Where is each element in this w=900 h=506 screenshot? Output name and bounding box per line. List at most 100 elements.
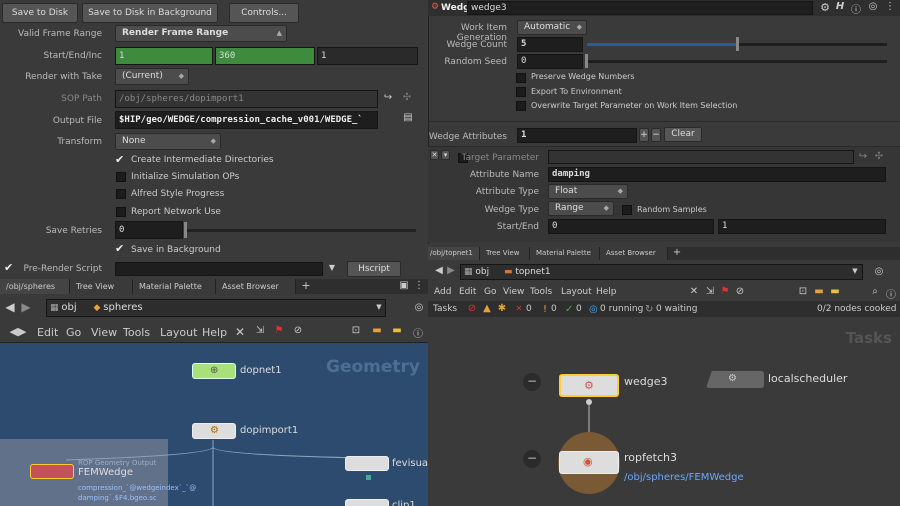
create-dirs-check[interactable]: ✔ xyxy=(115,153,124,166)
network-box-icon[interactable]: ▬ xyxy=(370,325,384,336)
menu-tools[interactable]: Tools xyxy=(530,287,552,297)
geometry-network-canvas[interactable]: Geometry ⊕ dopnet1 ⚙ dopimport1 ROP Geom… xyxy=(0,343,428,506)
menu-go[interactable]: Go xyxy=(484,287,496,297)
pin-icon[interactable]: ◎ xyxy=(414,302,424,313)
snap-icon[interactable]: ⇲ xyxy=(253,325,267,336)
init-sim-check[interactable] xyxy=(116,172,126,182)
wrench-icon[interactable]: ✕ xyxy=(688,286,700,297)
back-icon[interactable]: ◀ xyxy=(4,300,16,314)
save-to-disk-bg-button[interactable]: Save to Disk in Background xyxy=(82,3,218,23)
random-seed-slider-handle[interactable] xyxy=(585,54,588,68)
attribute-name-field[interactable]: damping xyxy=(548,167,886,182)
wedge-end-field[interactable]: 1 xyxy=(718,219,886,234)
wedge-output-port[interactable] xyxy=(586,399,592,405)
more-options-icon[interactable]: ⋮ xyxy=(884,1,896,12)
tab-tree-view[interactable]: Tree View xyxy=(70,279,133,294)
gear-icon[interactable]: ⚙ xyxy=(819,1,831,14)
random-seed-field[interactable]: 0 xyxy=(517,54,583,69)
snap-icon[interactable]: ⇲ xyxy=(704,286,716,297)
add-tab-icon[interactable]: + xyxy=(672,247,682,259)
menu-help[interactable]: Help xyxy=(596,287,617,297)
pin-icon[interactable]: ◎ xyxy=(874,266,884,277)
info-icon[interactable]: ⓘ xyxy=(411,325,425,340)
wrench-icon[interactable]: ✕ xyxy=(233,325,247,339)
wedge-type-menu[interactable]: Range ◆ xyxy=(548,201,614,216)
wedge-count-field[interactable]: 5 xyxy=(517,37,583,52)
maximize-icon[interactable]: ▣ xyxy=(399,280,409,291)
wedge-node-name-field[interactable]: wedge3 xyxy=(467,1,813,15)
nav-arrows-icon[interactable]: ◀▶ xyxy=(6,325,30,338)
wedge3-node[interactable]: ⚙ xyxy=(559,374,619,397)
menu-go[interactable]: Go xyxy=(66,326,81,339)
tab-obj-spheres[interactable]: /obj/spheres xyxy=(0,279,70,294)
end-field[interactable]: 360 xyxy=(215,47,315,65)
clear-button[interactable]: Clear xyxy=(664,127,702,142)
femwedge-node[interactable] xyxy=(30,464,74,479)
info-icon[interactable]: ⓘ xyxy=(885,286,897,301)
save-retries-slider-handle[interactable] xyxy=(184,222,187,238)
tag-icon[interactable]: ⊘ xyxy=(291,325,305,336)
right-path-field[interactable]: ▦ obj ▬ topnet1 xyxy=(460,264,863,280)
hscript-menu[interactable]: Hscript xyxy=(347,261,401,277)
tasks-network-canvas[interactable]: Tasks − ⚙ wedge3 ⚙ localscheduler − ◉ ro… xyxy=(428,317,900,506)
tab-asset-browser[interactable]: Asset Browser xyxy=(216,279,296,294)
path-dropdown-icon[interactable]: ▼ xyxy=(851,267,859,275)
fevisualize-node[interactable] xyxy=(345,456,389,471)
target-parameter-field[interactable] xyxy=(548,150,854,164)
tab-material-palette[interactable]: Material Palette xyxy=(530,247,600,260)
inc-field[interactable]: 1 xyxy=(317,47,418,65)
wedge-attributes-field[interactable]: 1 xyxy=(517,128,637,143)
tab-tree-view[interactable]: Tree View xyxy=(480,247,530,260)
start-field[interactable]: 1 xyxy=(115,47,213,65)
ropfetch-expand-icon[interactable]: − xyxy=(523,450,541,468)
menu-layout[interactable]: Layout xyxy=(160,326,197,339)
node-select-icon[interactable]: ✣ xyxy=(873,151,885,162)
transform-menu[interactable]: None ◆ xyxy=(115,133,221,150)
tab-obj-topnet[interactable]: /obj/topnet1 xyxy=(428,247,480,260)
menu-edit[interactable]: Edit xyxy=(459,287,476,297)
ropfetch3-node[interactable]: ◉ xyxy=(559,451,619,474)
localscheduler-node[interactable]: ⚙ xyxy=(706,371,764,388)
wedge-start-field[interactable]: 0 xyxy=(548,219,714,234)
info-icon[interactable]: ⓘ xyxy=(850,1,862,16)
tab-asset-browser[interactable]: Asset Browser xyxy=(600,247,668,260)
alfred-check[interactable] xyxy=(116,189,126,199)
pre-render-field[interactable] xyxy=(115,262,323,276)
menu-layout[interactable]: Layout xyxy=(561,287,592,297)
random-seed-slider-track[interactable] xyxy=(587,60,887,63)
menu-view[interactable]: View xyxy=(91,326,117,339)
more-options-icon[interactable]: ⋮ xyxy=(414,280,424,291)
node-select-icon[interactable]: ✣ xyxy=(400,92,414,103)
menu-tools[interactable]: Tools xyxy=(123,326,150,339)
remove-attribute-button[interactable]: − xyxy=(651,128,661,142)
cook-icon[interactable]: ▲ xyxy=(482,303,492,314)
menu-edit[interactable]: Edit xyxy=(37,326,58,339)
grid-icon[interactable]: ⊡ xyxy=(797,286,809,297)
wedge-count-slider-handle[interactable] xyxy=(736,37,739,51)
sop-path-field[interactable]: /obj/spheres/dopimport1 xyxy=(115,90,378,108)
back-icon[interactable]: ◀ xyxy=(434,265,444,276)
flag-icon[interactable]: ⚑ xyxy=(272,325,286,336)
path-obj[interactable]: obj xyxy=(475,267,489,277)
dopnet-node[interactable]: ⊕ xyxy=(192,363,236,379)
path-dropdown-icon[interactable]: ▼ xyxy=(375,303,383,311)
save-in-bg-check[interactable]: ✔ xyxy=(115,242,124,255)
tag-icon[interactable]: ⊘ xyxy=(734,286,746,297)
dopimport-node[interactable]: ⚙ xyxy=(192,423,236,439)
left-path-field[interactable]: ▦ obj ◆ spheres xyxy=(46,299,386,317)
menu-add[interactable]: Add xyxy=(434,287,451,297)
sticky-icon[interactable]: ▬ xyxy=(829,286,841,297)
path-topnet[interactable]: topnet1 xyxy=(515,267,550,277)
dropdown-icon[interactable]: ▼ xyxy=(327,263,337,272)
network-box-icon[interactable]: ▬ xyxy=(813,286,825,297)
tab-material-palette[interactable]: Material Palette xyxy=(133,279,216,294)
forward-icon[interactable]: ▶ xyxy=(20,300,32,314)
export-env-check[interactable] xyxy=(516,87,526,97)
dirty-icon[interactable]: ✱ xyxy=(497,303,507,314)
work-item-gen-menu[interactable]: Automatic ◆ xyxy=(517,20,587,35)
add-attribute-button[interactable]: + xyxy=(639,128,649,142)
menu-help[interactable]: Help xyxy=(202,326,227,339)
file-browse-icon[interactable]: ▤ xyxy=(402,112,414,123)
save-retries-field[interactable]: 0 xyxy=(115,221,183,239)
wedge-expand-icon[interactable]: − xyxy=(523,373,541,391)
